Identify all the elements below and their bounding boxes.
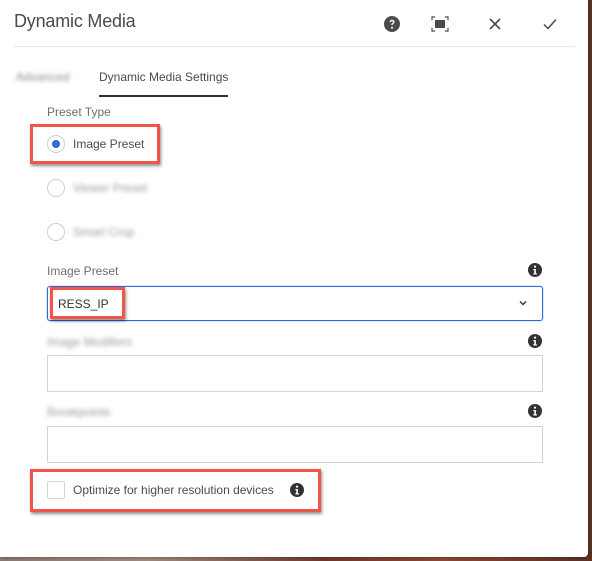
image-modifiers-info-icon[interactable] bbox=[528, 334, 542, 348]
radio-smart-crop[interactable]: Smart Crop bbox=[47, 222, 134, 242]
close-icon bbox=[489, 18, 501, 30]
radio-selected-dot bbox=[52, 140, 60, 148]
image-preset-label: Image Preset bbox=[47, 264, 119, 278]
radio-button[interactable] bbox=[47, 223, 65, 241]
image-preset-value: RESS_IP bbox=[58, 297, 109, 311]
radio-button[interactable] bbox=[47, 135, 65, 153]
help-button[interactable] bbox=[380, 12, 404, 36]
chevron-down-icon bbox=[519, 301, 527, 306]
optimize-label: Optimize for higher resolution devices bbox=[73, 483, 274, 497]
tab-advanced[interactable]: Advanced bbox=[16, 70, 69, 84]
tab-dynamic-media-settings[interactable]: Dynamic Media Settings bbox=[99, 70, 229, 97]
dialog-header: Dynamic Media bbox=[14, 0, 574, 47]
breakpoints-input[interactable] bbox=[47, 426, 543, 463]
radio-viewer-preset[interactable]: Viewer Preset bbox=[47, 178, 147, 198]
breakpoints-label: Breakpoints bbox=[47, 405, 111, 419]
radio-button[interactable] bbox=[47, 179, 65, 197]
radio-image-preset[interactable]: Image Preset bbox=[47, 134, 144, 154]
preset-type-label: Preset Type bbox=[47, 105, 111, 119]
optimize-info-icon[interactable] bbox=[290, 483, 304, 497]
help-icon bbox=[384, 16, 400, 32]
image-preset-info-icon[interactable] bbox=[528, 263, 542, 277]
dialog-title: Dynamic Media bbox=[14, 11, 136, 31]
fullscreen-icon bbox=[431, 16, 449, 32]
dynamic-media-dialog: Dynamic Media Advanced Dynamic Media Set… bbox=[0, 0, 588, 557]
radio-image-preset-label: Image Preset bbox=[73, 137, 145, 151]
radio-smart-crop-label: Smart Crop bbox=[73, 225, 135, 239]
optimize-checkbox[interactable] bbox=[47, 481, 65, 499]
checkmark-icon bbox=[543, 19, 557, 30]
fullscreen-button[interactable] bbox=[428, 12, 452, 36]
radio-viewer-preset-label: Viewer Preset bbox=[73, 181, 148, 195]
image-preset-select[interactable]: RESS_IP bbox=[47, 286, 543, 321]
optimize-checkbox-row[interactable]: Optimize for higher resolution devices bbox=[47, 480, 274, 500]
image-modifiers-label: Image Modifiers bbox=[47, 335, 133, 349]
done-button[interactable] bbox=[538, 12, 562, 36]
image-modifiers-input[interactable] bbox=[47, 355, 543, 392]
close-button[interactable] bbox=[483, 12, 507, 36]
breakpoints-info-icon[interactable] bbox=[528, 404, 542, 418]
